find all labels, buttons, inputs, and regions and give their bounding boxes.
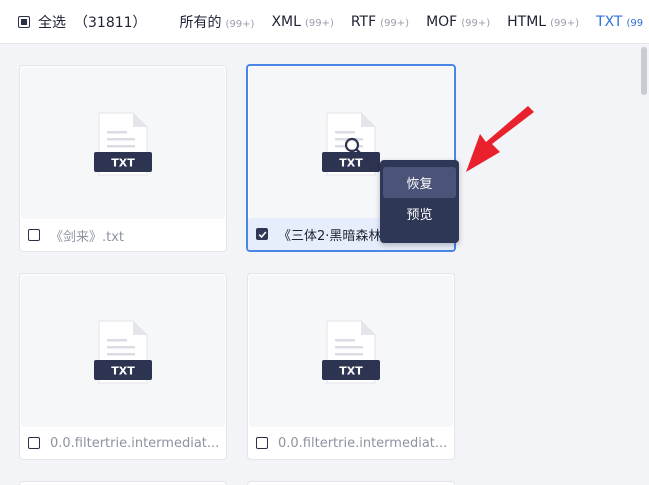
menu-item-restore[interactable]: 恢复	[383, 167, 456, 198]
file-checkbox[interactable]	[28, 229, 40, 241]
vertical-scrollbar[interactable]	[640, 45, 649, 485]
tab-rtf[interactable]: RTF (99+)	[351, 14, 409, 30]
annotation-arrow-icon	[466, 106, 534, 172]
svg-text:TXT: TXT	[111, 365, 135, 378]
tab-count-badge: (99+)	[380, 17, 410, 29]
tab-txt[interactable]: TXT (99	[596, 14, 643, 30]
file-card-footer: 0.0.filtertrie.intermediat...	[20, 427, 226, 459]
file-checkbox[interactable]	[256, 437, 268, 449]
file-thumbnail: TXT	[249, 275, 453, 427]
file-card-partial[interactable]	[19, 481, 227, 485]
tab-count-badge: (99+)	[550, 17, 580, 29]
tab-label: HTML	[507, 13, 547, 30]
file-thumbnail: TXT	[21, 275, 225, 427]
tab-label: 所有的	[179, 14, 222, 31]
file-recovery-view: 全选 （31811） 所有的 (99+) XML (99+) RTF (99+)…	[0, 0, 649, 485]
file-card[interactable]: TXT 0.0.filtertrie.intermediat...	[247, 273, 455, 460]
svg-text:TXT: TXT	[339, 365, 363, 378]
file-card[interactable]: TXT 《剑来》.txt	[19, 65, 227, 252]
tab-html[interactable]: HTML (99+)	[507, 14, 579, 30]
file-name: 《剑来》.txt	[50, 229, 125, 245]
file-card-footer: 0.0.filtertrie.intermediat...	[248, 427, 454, 459]
txt-file-icon: TXT	[322, 320, 380, 384]
tab-count-badge: (99+)	[461, 17, 491, 29]
file-name: 0.0.filtertrie.intermediat...	[278, 435, 448, 451]
tab-mof[interactable]: MOF (99+)	[426, 14, 490, 30]
tab-label: TXT	[596, 13, 623, 30]
tab-count-badge: (99+)	[304, 17, 334, 29]
file-card-partial[interactable]	[247, 481, 455, 485]
file-thumbnail: TXT	[21, 67, 225, 219]
tab-label: MOF	[426, 13, 458, 30]
file-name: 《三体2·黑暗森林	[278, 228, 382, 244]
select-all-label: 全选	[38, 14, 66, 31]
tab-xml[interactable]: XML (99+)	[271, 14, 333, 30]
scrollbar-thumb[interactable]	[641, 47, 647, 95]
file-card-footer: 《剑来》.txt	[20, 219, 226, 251]
tab-all[interactable]: 所有的 (99+)	[180, 12, 255, 32]
file-name: 0.0.filtertrie.intermediat...	[50, 435, 220, 451]
svg-text:TXT: TXT	[339, 157, 363, 170]
menu-item-preview[interactable]: 预览	[383, 198, 456, 229]
file-checkbox-checked[interactable]	[256, 228, 268, 240]
select-all-count: （31811）	[74, 14, 147, 31]
tab-count-badge: (99+)	[225, 18, 255, 30]
filter-bar: 全选 （31811） 所有的 (99+) XML (99+) RTF (99+)…	[0, 0, 649, 44]
select-all-toggle[interactable]: 全选 （31811）	[18, 12, 147, 32]
preview-magnifier-icon[interactable]	[343, 136, 365, 158]
select-all-checkbox[interactable]	[18, 15, 30, 28]
txt-file-icon: TXT	[94, 112, 152, 176]
tab-label: RTF	[350, 13, 377, 30]
txt-file-icon: TXT	[94, 320, 152, 384]
tab-label: XML	[271, 13, 301, 30]
check-icon	[258, 230, 266, 238]
tab-count-badge: (99	[626, 17, 644, 29]
context-menu: 恢复 预览	[380, 160, 459, 243]
svg-text:TXT: TXT	[111, 157, 135, 170]
file-card[interactable]: TXT 0.0.filtertrie.intermediat...	[19, 273, 227, 460]
file-checkbox[interactable]	[28, 437, 40, 449]
